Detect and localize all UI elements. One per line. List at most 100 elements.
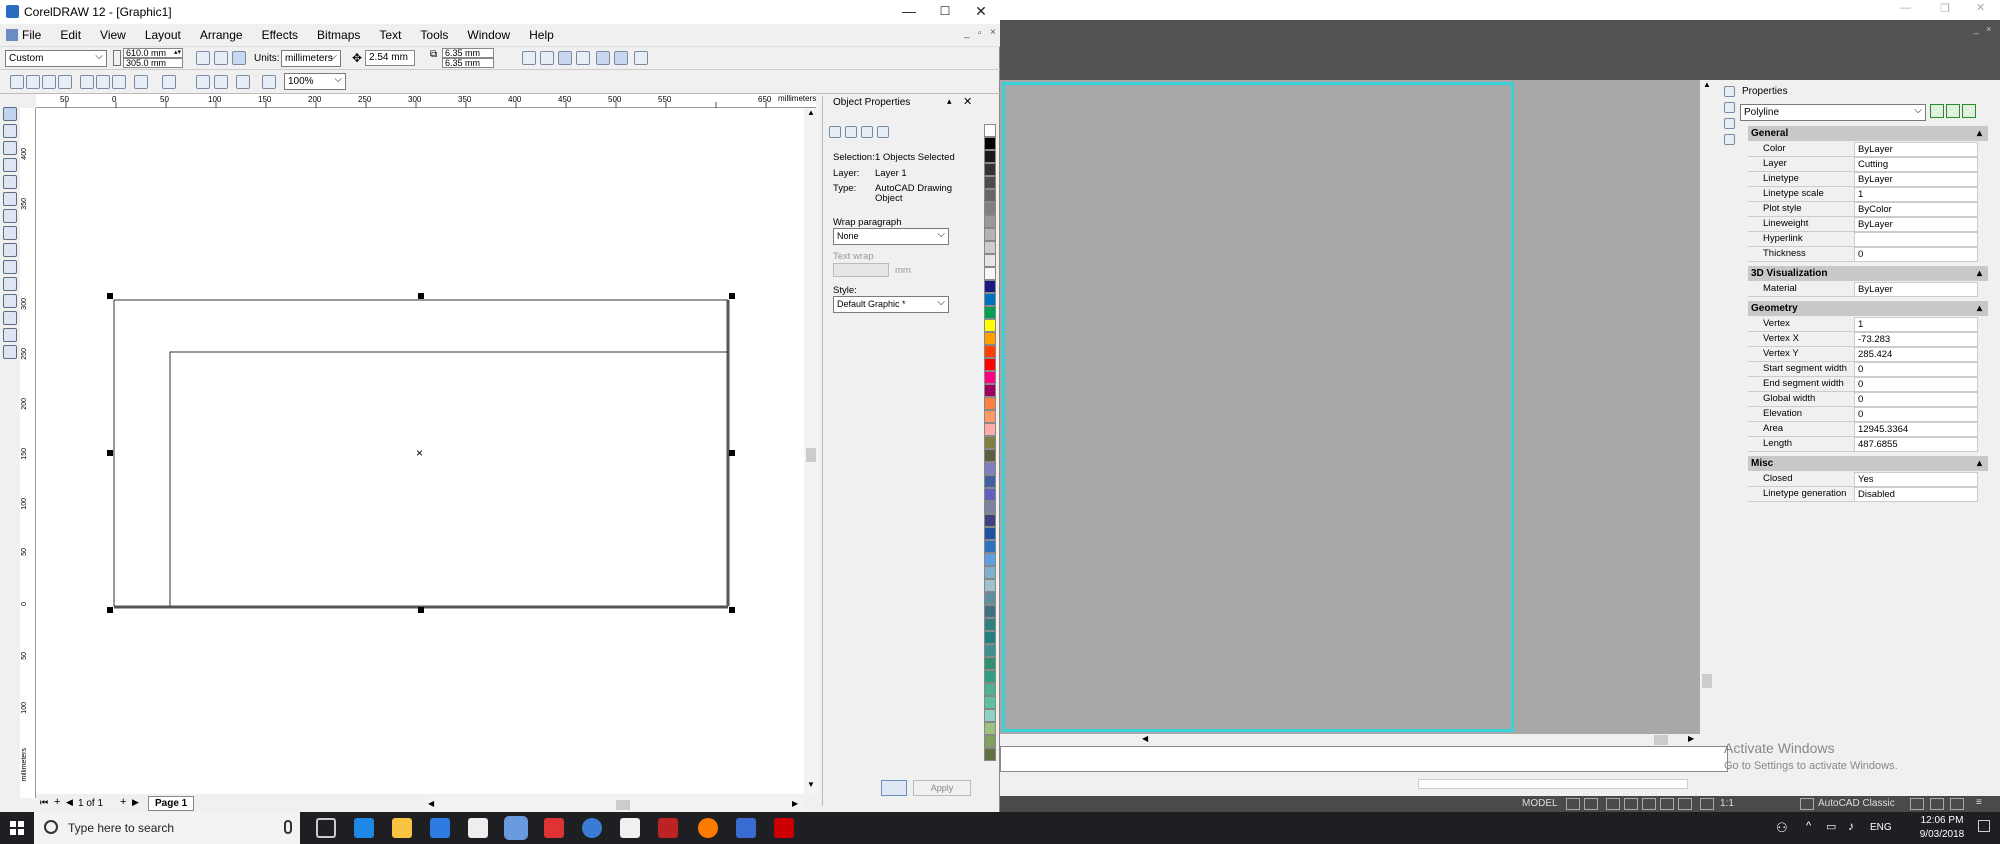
doc-close-icon[interactable]: ×: [1986, 24, 1991, 34]
palette-swatch[interactable]: [984, 358, 996, 371]
save-icon[interactable]: [42, 75, 56, 89]
palette-swatch[interactable]: [984, 748, 996, 761]
eyedropper-tool-icon[interactable]: [3, 294, 17, 308]
palette-swatch[interactable]: [984, 657, 996, 670]
shape-tool-icon[interactable]: [3, 124, 17, 138]
property-value[interactable]: Cutting: [1854, 157, 1978, 172]
palette-swatch[interactable]: [984, 644, 996, 657]
zoom-select[interactable]: 100%: [284, 72, 346, 90]
property-row[interactable]: Length 487.6855: [1748, 437, 1988, 452]
outlook-icon[interactable]: [736, 818, 756, 838]
apply-button[interactable]: Apply: [913, 780, 971, 796]
property-value[interactable]: Disabled: [1854, 487, 1978, 502]
wireframe-icon[interactable]: [614, 51, 628, 65]
property-row[interactable]: Linetype generation Disabled: [1748, 487, 1988, 502]
property-section-header[interactable]: Misc: [1748, 456, 1988, 471]
corel-online-icon[interactable]: [262, 75, 276, 89]
cut-icon[interactable]: [80, 75, 94, 89]
isolate-objects-icon[interactable]: [1930, 798, 1944, 810]
landscape-icon[interactable]: [214, 51, 228, 65]
palette-swatch[interactable]: [984, 579, 996, 592]
people-icon[interactable]: ⚇: [1776, 820, 1788, 836]
property-section-header[interactable]: General: [1748, 126, 1988, 141]
palette-swatch[interactable]: [984, 449, 996, 462]
palette-swatch[interactable]: [984, 215, 996, 228]
menu-window[interactable]: Window: [467, 28, 510, 42]
palette-tool-icon[interactable]: [1724, 102, 1735, 113]
palette-swatch[interactable]: [984, 553, 996, 566]
wrap-paragraph-select[interactable]: None: [833, 227, 949, 245]
property-row[interactable]: Thickness 0: [1748, 247, 1988, 262]
style-select[interactable]: Default Graphic *: [833, 295, 949, 313]
property-row[interactable]: Elevation 0: [1748, 407, 1988, 422]
next-page-icon[interactable]: ▶: [132, 797, 139, 808]
ellipse-tool-icon[interactable]: [3, 209, 17, 223]
workspace-select[interactable]: AutoCAD Classic: [1818, 798, 1895, 809]
zoom-tool-icon[interactable]: [3, 141, 17, 155]
import-icon[interactable]: [196, 75, 210, 89]
property-value[interactable]: 285.424: [1854, 347, 1978, 362]
palette-swatch[interactable]: [984, 332, 996, 345]
property-value[interactable]: ByLayer: [1854, 172, 1978, 187]
menu-arrange[interactable]: Arrange: [200, 28, 243, 42]
paste-icon[interactable]: [112, 75, 126, 89]
notifications-icon[interactable]: [1978, 820, 1990, 832]
interactive-blend-tool-icon[interactable]: [3, 277, 17, 291]
property-value[interactable]: [1854, 232, 1978, 247]
palette-swatch[interactable]: [984, 735, 996, 748]
menu-effects[interactable]: Effects: [262, 28, 298, 42]
palette-swatch[interactable]: [984, 631, 996, 644]
notepad-icon[interactable]: [620, 818, 640, 838]
edge-icon[interactable]: [354, 818, 374, 838]
scroll-left-icon[interactable]: ◀: [428, 799, 434, 808]
palette-tool-icon[interactable]: [1724, 86, 1735, 97]
microphone-icon[interactable]: [284, 820, 292, 834]
network-icon[interactable]: ▭: [1826, 820, 1836, 833]
autocad-titlebar[interactable]: — ❐ ✕: [1000, 0, 2000, 20]
docker-collapse-icon[interactable]: ▴: [947, 96, 952, 107]
add-page-icon[interactable]: +: [54, 796, 60, 808]
document-icon[interactable]: [6, 29, 18, 41]
app-launcher-icon[interactable]: [236, 75, 250, 89]
property-value[interactable]: 1: [1854, 317, 1978, 332]
palette-swatch[interactable]: [984, 189, 996, 202]
open-icon[interactable]: [26, 75, 40, 89]
clock-time[interactable]: 12:06 PM: [1912, 815, 1972, 826]
facing-pages-icon[interactable]: [232, 51, 246, 65]
palette-swatch[interactable]: [984, 670, 996, 683]
scroll-thumb[interactable]: [806, 448, 816, 462]
palette-swatch[interactable]: [984, 696, 996, 709]
nudge-input[interactable]: 2.54 mm: [365, 50, 415, 66]
palette-swatch[interactable]: [984, 371, 996, 384]
property-value[interactable]: Yes: [1854, 472, 1978, 487]
toggle-pickadd-icon[interactable]: [1930, 104, 1944, 118]
volume-icon[interactable]: ♪: [1848, 819, 1854, 833]
outline-tool-icon[interactable]: [3, 311, 17, 325]
lock-ui-icon[interactable]: [1910, 798, 1924, 810]
model-space-button[interactable]: MODEL: [1522, 798, 1558, 809]
property-value[interactable]: 0: [1854, 392, 1978, 407]
object-type-select[interactable]: Polyline: [1740, 103, 1926, 121]
palette-swatch[interactable]: [984, 566, 996, 579]
corel-capture-icon[interactable]: [582, 818, 602, 838]
scroll-down-icon[interactable]: ▼: [807, 780, 815, 789]
undo-icon[interactable]: [134, 75, 148, 89]
autocad-minimize-icon[interactable]: —: [1900, 2, 1911, 14]
palette-swatch[interactable]: [984, 488, 996, 501]
palette-swatch[interactable]: [984, 124, 996, 137]
general-tab-icon[interactable]: [861, 126, 873, 138]
redo-icon[interactable]: [162, 75, 176, 89]
property-row[interactable]: Global width 0: [1748, 392, 1988, 407]
property-value[interactable]: ByColor: [1854, 202, 1978, 217]
mail-icon[interactable]: [468, 818, 488, 838]
property-row[interactable]: Color ByLayer: [1748, 142, 1988, 157]
basic-shapes-tool-icon[interactable]: [3, 243, 17, 257]
menu-file[interactable]: File: [22, 28, 41, 42]
scroll-thumb[interactable]: [1702, 674, 1712, 688]
treat-as-filled-icon[interactable]: [596, 51, 610, 65]
drawing-canvas[interactable]: ×: [36, 108, 816, 794]
menu-text[interactable]: Text: [379, 28, 401, 42]
customization-icon[interactable]: ≡: [1976, 797, 1982, 808]
autocad-horizontal-scrollbar[interactable]: ◀ ▶: [1140, 734, 1700, 746]
palette-swatch[interactable]: [984, 501, 996, 514]
